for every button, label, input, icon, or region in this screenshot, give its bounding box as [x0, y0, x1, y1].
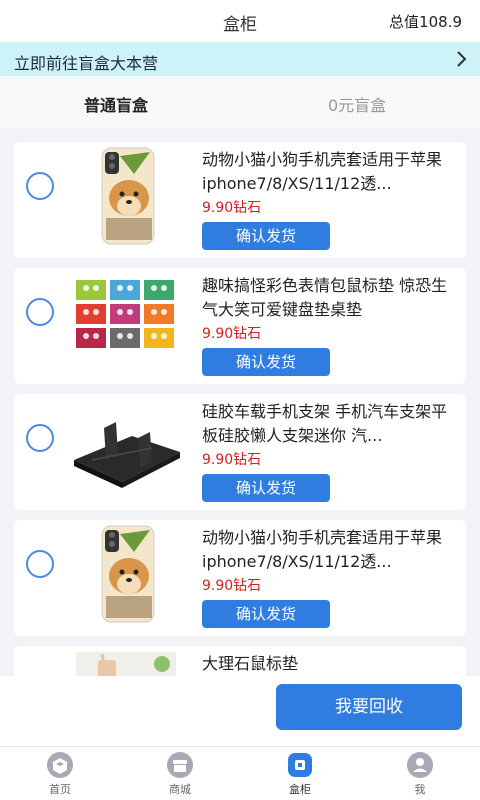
phone-case-image [101, 525, 155, 623]
car-phone-holder-image [74, 422, 180, 488]
tab-free-blindbox[interactable]: 0元盲盒 [328, 92, 386, 116]
tabbar-item-boxes[interactable]: 盒柜 [260, 751, 340, 797]
tabbar-label: 首页 [49, 783, 71, 796]
list-item: 动物小猫小狗手机壳套适用于苹果iphone7/8/XS/11/12透... 9.… [14, 520, 466, 636]
tabbar-item-home[interactable]: 首页 [20, 751, 100, 797]
tabbar-label: 商城 [169, 783, 191, 796]
product-price: 9.90钻石 [202, 452, 262, 468]
list-item: 趣味搞怪彩色表情包鼠标垫 惊恐生气大笑可爱键盘垫桌垫 9.90钻石 确认发货 [14, 268, 466, 384]
shop-icon [167, 752, 193, 778]
product-price: 9.90钻石 [202, 326, 262, 342]
product-name: 趣味搞怪彩色表情包鼠标垫 惊恐生气大笑可爱键盘垫桌垫 [202, 276, 448, 319]
blindbox-camp-banner[interactable]: 立即前往盲盒大本营 [0, 42, 480, 76]
tabbar-label: 我 [414, 783, 426, 796]
phone-case-image [101, 147, 155, 245]
confirm-ship-button[interactable]: 确认发货 [202, 474, 330, 502]
box-cabinet-icon [288, 753, 312, 777]
confirm-ship-button[interactable]: 确认发货 [202, 348, 330, 376]
tabbar-label: 盒柜 [289, 783, 311, 796]
product-price: 9.90钻石 [202, 578, 262, 594]
product-name: 动物小猫小狗手机壳套适用于苹果iphone7/8/XS/11/12透... [202, 528, 443, 571]
product-price: 9.90钻石 [202, 200, 262, 216]
recycle-button[interactable]: 我要回收 [276, 684, 462, 730]
confirm-ship-button[interactable]: 确认发货 [202, 600, 330, 628]
tabbar-item-mall[interactable]: 商城 [140, 751, 220, 797]
confirm-ship-button[interactable]: 确认发货 [202, 222, 330, 250]
select-radio[interactable] [26, 424, 54, 452]
select-radio[interactable] [26, 298, 54, 326]
top-header: 盒柜 总值108.9 [0, 0, 480, 42]
emoji-mousepad-image [76, 280, 174, 348]
box-type-tabs: 普通盲盒 0元盲盒 [0, 76, 480, 128]
banner-text: 立即前往盲盒大本营 [14, 54, 159, 73]
list-item: 硅胶车载手机支架 手机汽车支架平板硅胶懒人支架迷你 汽... 9.90钻石 确认… [14, 394, 466, 510]
bottom-tabbar: 首页 商城 盒柜 我 [0, 746, 480, 800]
product-name: 大理石鼠标垫 [202, 654, 299, 673]
total-value: 总值108.9 [389, 13, 462, 31]
tab-normal-blindbox[interactable]: 普通盲盒 [84, 92, 148, 116]
home-icon [47, 752, 73, 778]
select-radio[interactable] [26, 172, 54, 200]
list-item: 动物小猫小狗手机壳套适用于苹果iphone7/8/XS/11/12透... 9.… [14, 142, 466, 258]
tabbar-item-me[interactable]: 我 [380, 751, 460, 797]
product-name: 动物小猫小狗手机壳套适用于苹果iphone7/8/XS/11/12透... [202, 150, 443, 193]
user-icon [407, 752, 433, 778]
chevron-right-icon [457, 51, 467, 67]
item-list[interactable]: 动物小猫小狗手机壳套适用于苹果iphone7/8/XS/11/12透... 9.… [0, 128, 480, 688]
select-radio[interactable] [26, 550, 54, 578]
product-name: 硅胶车载手机支架 手机汽车支架平板硅胶懒人支架迷你 汽... [202, 402, 448, 445]
bottom-action-bar: 我要回收 [0, 676, 480, 746]
